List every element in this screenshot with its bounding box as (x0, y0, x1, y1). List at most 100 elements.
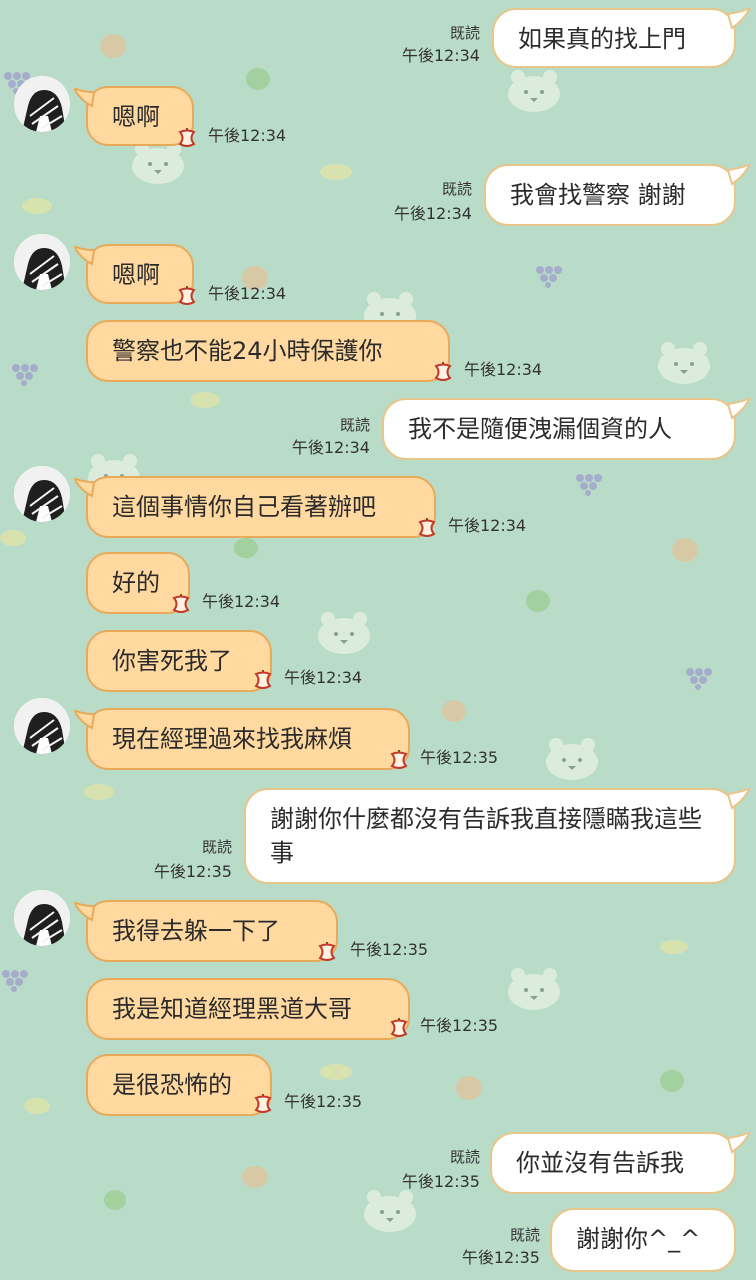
message-text: 現在經理過來找我麻煩 (112, 725, 352, 753)
apple-core-sticker-icon (390, 750, 408, 769)
apple-core-sticker-icon (418, 518, 436, 537)
message-time: 午後12:34 (284, 668, 363, 687)
message-time: 午後12:35 (350, 940, 429, 959)
message-time: 午後12:35 (420, 1016, 499, 1035)
message-time: 午後12:34 (208, 284, 287, 303)
pear-decoration (660, 1070, 684, 1092)
outgoing-message-bubble[interactable]: 我會找警察 謝謝 (484, 164, 736, 226)
incoming-message-bubble[interactable]: 我是知道經理黑道大哥 (86, 978, 410, 1040)
orange-decoration (100, 34, 126, 58)
message-text: 我是知道經理黑道大哥 (112, 995, 352, 1023)
message-text: 好的 (112, 569, 160, 597)
incoming-message-bubble[interactable]: 你害死我了 (86, 630, 272, 692)
lemon-decoration (84, 784, 114, 800)
orange-decoration (672, 538, 698, 562)
message-text: 你害死我了 (112, 647, 232, 675)
read-receipt: 既読 (449, 24, 480, 42)
message-text: 嗯啊 (112, 103, 160, 131)
outgoing-message-bubble[interactable]: 如果真的找上門 (492, 8, 736, 68)
message-time: 午後12:35 (284, 1092, 363, 1111)
contact-avatar[interactable] (14, 890, 70, 946)
orange-decoration (442, 700, 466, 722)
bubble-tail (74, 246, 96, 266)
message-time: 午後12:34 (448, 516, 527, 535)
message-time: 午後12:35 (461, 1248, 540, 1267)
read-receipt: 既読 (449, 1148, 480, 1166)
message-text: 你並沒有告訴我 (516, 1149, 684, 1177)
read-receipt: 既読 (441, 180, 472, 198)
message-text: 謝謝你^_^ (576, 1225, 701, 1253)
bear-decoration (508, 968, 560, 1010)
lemon-decoration (660, 940, 688, 954)
grape-decoration (536, 266, 562, 288)
message-time: 午後12:35 (401, 1172, 480, 1191)
bubble-tail (74, 478, 96, 498)
lemon-decoration (190, 392, 220, 408)
contact-avatar[interactable] (14, 698, 70, 754)
bear-decoration (364, 1190, 416, 1232)
lemon-decoration (320, 1064, 352, 1080)
read-receipt: 既読 (201, 838, 232, 856)
bear-decoration (658, 342, 710, 384)
message-time: 午後12:34 (464, 360, 543, 379)
orange-decoration (242, 1166, 268, 1188)
pear-decoration (526, 590, 550, 612)
message-time: 午後12:34 (291, 438, 370, 457)
bubble-tail (728, 398, 752, 420)
apple-core-sticker-icon (172, 594, 190, 613)
message-text: 嗯啊 (112, 261, 160, 289)
chat-view[interactable]: 既読 午後12:34 如果真的找上門 嗯啊 午後12:34 既読 午後12:34… (0, 0, 756, 1280)
pear-decoration (246, 68, 270, 90)
message-time: 午後12:35 (420, 748, 499, 767)
message-text: 是很恐怖的 (112, 1071, 232, 1099)
message-time: 午後12:35 (153, 862, 232, 881)
incoming-message-bubble[interactable]: 警察也不能24小時保護你 (86, 320, 450, 382)
incoming-message-bubble[interactable]: 我得去躲一下了 (86, 900, 338, 962)
contact-avatar[interactable] (14, 466, 70, 522)
bubble-tail (728, 1132, 752, 1154)
apple-core-sticker-icon (178, 128, 196, 147)
apple-core-sticker-icon (318, 942, 336, 961)
pear-decoration (234, 538, 258, 558)
contact-avatar[interactable] (14, 234, 70, 290)
message-text: 我不是隨便洩漏個資的人 (408, 415, 672, 443)
apple-core-sticker-icon (254, 670, 272, 689)
apple-core-sticker-icon (390, 1018, 408, 1037)
bubble-tail (728, 788, 752, 810)
lemon-decoration (24, 1098, 50, 1114)
incoming-message-bubble[interactable]: 是很恐怖的 (86, 1054, 272, 1116)
outgoing-message-bubble[interactable]: 謝謝你什麼都沒有告訴我直接隱瞞我這些事 (244, 788, 736, 884)
message-text: 謝謝你什麼都沒有告訴我直接隱瞞我這些事 (270, 805, 702, 867)
lemon-decoration (320, 164, 352, 180)
apple-core-sticker-icon (254, 1094, 272, 1113)
message-text: 我會找警察 謝謝 (510, 181, 686, 209)
bubble-tail (74, 88, 96, 108)
read-receipt: 既読 (509, 1226, 540, 1244)
message-text: 警察也不能24小時保護你 (112, 337, 383, 365)
grape-decoration (686, 668, 712, 690)
apple-core-sticker-icon (178, 286, 196, 305)
orange-decoration (456, 1076, 482, 1100)
message-text: 這個事情你自己看著辦吧 (112, 493, 376, 521)
incoming-message-bubble[interactable]: 這個事情你自己看著辦吧 (86, 476, 436, 538)
outgoing-message-bubble[interactable]: 你並沒有告訴我 (490, 1132, 736, 1194)
bear-decoration (508, 70, 560, 112)
grape-decoration (576, 474, 602, 496)
contact-avatar[interactable] (14, 76, 70, 132)
apple-core-sticker-icon (434, 362, 452, 381)
outgoing-message-bubble[interactable]: 謝謝你^_^ (550, 1208, 736, 1272)
message-time: 午後12:34 (202, 592, 281, 611)
bubble-tail (74, 710, 96, 730)
bubble-tail (728, 8, 752, 30)
message-time: 午後12:34 (401, 46, 480, 65)
message-time: 午後12:34 (393, 204, 472, 223)
incoming-message-bubble[interactable]: 現在經理過來找我麻煩 (86, 708, 410, 770)
lemon-decoration (22, 198, 52, 214)
lemon-decoration (0, 530, 26, 546)
bubble-tail (74, 902, 96, 922)
bear-decoration (318, 612, 370, 654)
outgoing-message-bubble[interactable]: 我不是隨便洩漏個資的人 (382, 398, 736, 460)
message-text: 我得去躲一下了 (112, 917, 280, 945)
bear-decoration (546, 738, 598, 780)
bubble-tail (728, 164, 752, 186)
